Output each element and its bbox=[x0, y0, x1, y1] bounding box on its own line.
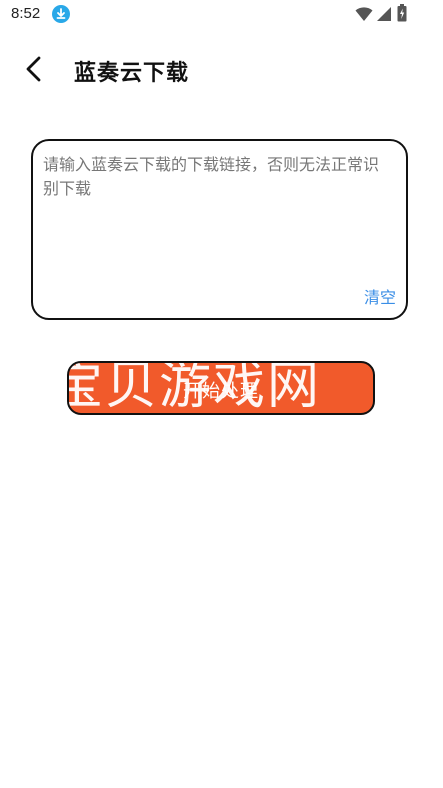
download-icon bbox=[52, 5, 70, 23]
back-arrow-icon[interactable] bbox=[22, 56, 46, 82]
link-input[interactable] bbox=[43, 153, 393, 283]
clear-button[interactable]: 清空 bbox=[364, 284, 396, 308]
app-header: 蓝奏云下载 bbox=[0, 46, 443, 94]
signal-icon bbox=[377, 7, 391, 21]
wifi-icon bbox=[355, 7, 373, 21]
start-process-label: 开始处理 bbox=[183, 381, 259, 402]
status-bar: 8:52 bbox=[0, 0, 443, 30]
page-title: 蓝奏云下载 bbox=[74, 61, 190, 86]
start-process-button[interactable]: 宝贝游戏网 开始处理 bbox=[67, 361, 375, 415]
battery-icon bbox=[397, 4, 407, 22]
link-input-box: 清空 bbox=[31, 139, 408, 320]
status-time: 8:52 bbox=[11, 5, 41, 22]
